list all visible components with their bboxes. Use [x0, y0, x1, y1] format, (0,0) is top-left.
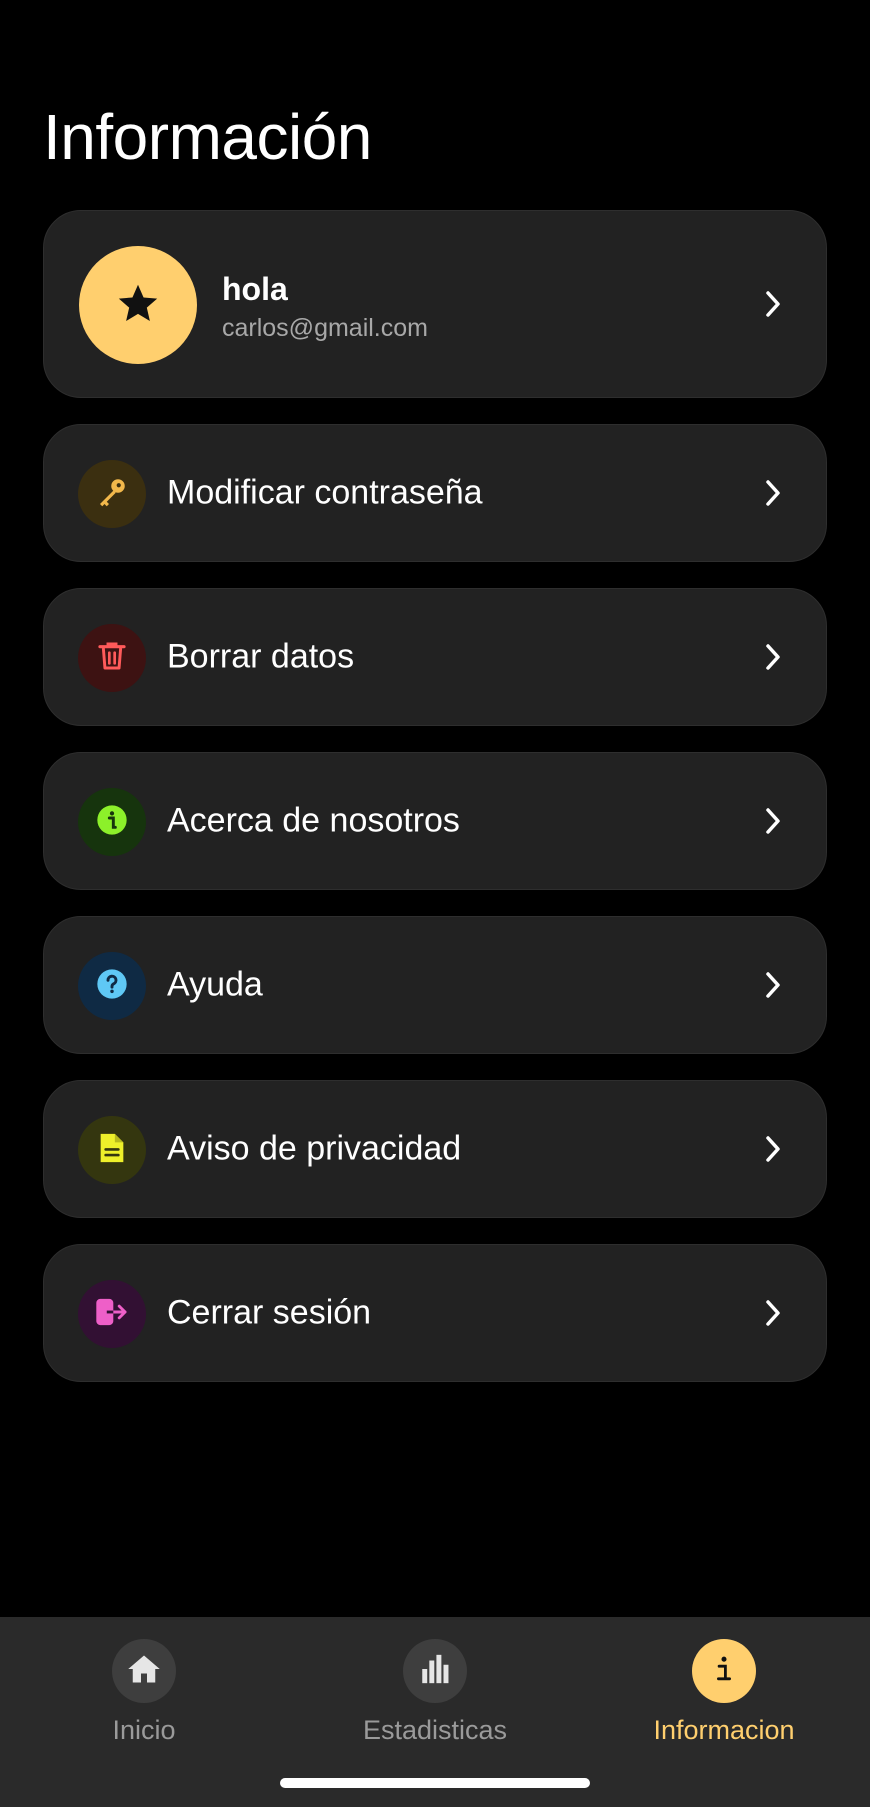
tab-label: Inicio: [112, 1715, 176, 1745]
menu-item-label: Acerca de nosotros: [167, 801, 460, 840]
home-icon: [126, 1652, 162, 1691]
profile-name: hola: [222, 271, 288, 307]
bar-chart-icon: [419, 1652, 451, 1691]
menu-item-about-us[interactable]: Acerca de nosotros: [43, 752, 827, 890]
icon-badge: [78, 788, 146, 856]
info-screen: Información hola carlos@gmail.com Modifi…: [0, 0, 870, 1807]
chevron-right-icon: [762, 1298, 784, 1328]
help-icon: [96, 968, 128, 1005]
menu-item-label: Modificar contraseña: [167, 473, 483, 512]
profile-card[interactable]: hola carlos@gmail.com: [43, 210, 827, 398]
chevron-right-icon: [762, 1134, 784, 1164]
menu-item-logout[interactable]: Cerrar sesión: [43, 1244, 827, 1382]
icon-badge: [78, 952, 146, 1020]
menu-item-change-password[interactable]: Modificar contraseña: [43, 424, 827, 562]
page-title: Información: [43, 101, 372, 173]
document-icon: [97, 1131, 127, 1170]
key-icon: [94, 474, 130, 515]
menu-item-label: Aviso de privacidad: [167, 1129, 462, 1168]
chevron-right-icon: [762, 289, 784, 319]
logout-icon: [95, 1297, 129, 1332]
star-icon: [115, 280, 161, 331]
tab-label: Informacion: [653, 1715, 795, 1745]
icon-badge: [78, 1116, 146, 1184]
profile-email: carlos@gmail.com: [222, 314, 428, 342]
icon-badge: [78, 460, 146, 528]
menu-item-delete-data[interactable]: Borrar datos: [43, 588, 827, 726]
tab-label: Estadisticas: [362, 1715, 508, 1745]
info-icon: [712, 1655, 736, 1688]
info-icon: [96, 804, 128, 841]
menu-item-label: Cerrar sesión: [167, 1293, 372, 1332]
chevron-right-icon: [762, 970, 784, 1000]
avatar: [79, 246, 197, 364]
menu-item-privacy-notice[interactable]: Aviso de privacidad: [43, 1080, 827, 1218]
menu-item-label: Borrar datos: [167, 637, 355, 676]
tab-estadisticas[interactable]: Estadisticas: [325, 1639, 545, 1746]
icon-badge: [78, 1280, 146, 1348]
chevron-right-icon: [762, 806, 784, 836]
trash-icon: [96, 639, 128, 678]
tab-informacion[interactable]: Informacion: [614, 1639, 834, 1746]
chevron-right-icon: [762, 478, 784, 508]
icon-badge: [78, 624, 146, 692]
tab-icon-container: [403, 1639, 467, 1703]
menu-item-label: Ayuda: [167, 965, 263, 1004]
tab-inicio[interactable]: Inicio: [34, 1639, 254, 1746]
home-indicator: [280, 1778, 590, 1788]
tab-icon-container: [112, 1639, 176, 1703]
chevron-right-icon: [762, 642, 784, 672]
tab-icon-container: [692, 1639, 756, 1703]
menu-item-help[interactable]: Ayuda: [43, 916, 827, 1054]
